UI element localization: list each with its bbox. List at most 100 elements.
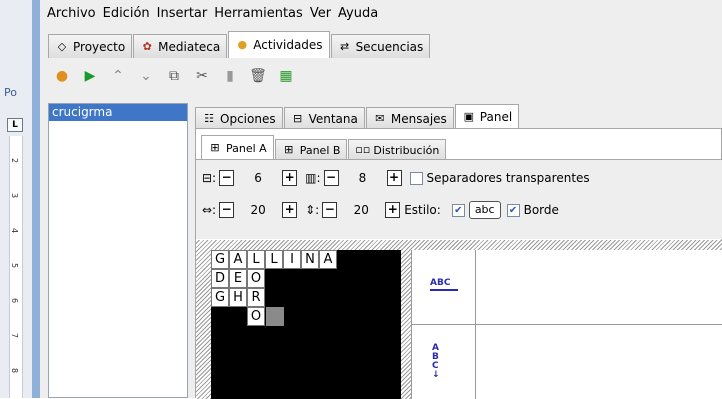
- crossword-preview: G A L L I N A D E O G H R O ABC A B C ↓: [196, 240, 722, 399]
- tab-mediateca[interactable]: ✿ Mediateca: [133, 34, 228, 58]
- tab-panel-b[interactable]: ⊞ Panel B: [274, 139, 348, 160]
- grid-cell: D: [211, 269, 229, 288]
- cols-decrement-button[interactable]: −: [323, 170, 339, 186]
- left-strip-label: Po: [4, 86, 17, 99]
- cut-icon[interactable]: ✂: [188, 65, 216, 87]
- columns-icon: ▥:: [305, 171, 321, 185]
- grid-cell: A: [319, 250, 337, 269]
- grid-cell: N: [301, 250, 319, 269]
- window-icon: ⊟: [292, 111, 303, 125]
- ruler-corner-button[interactable]: L: [7, 118, 23, 132]
- width-input[interactable]: 20: [238, 200, 278, 220]
- style-checkbox[interactable]: ✔: [451, 203, 465, 217]
- transparent-separators-label: Separadores transparentes: [426, 171, 590, 185]
- rows-icon: ⊟:: [202, 171, 217, 185]
- layout-icon: ▫▫: [355, 143, 371, 156]
- new-activity-icon[interactable]: ●: [48, 65, 76, 87]
- rows-cols-row: ⊟: − 6 + ▥: − 8 + Separadores transparen…: [202, 166, 593, 190]
- list-item[interactable]: crucigrma: [49, 104, 187, 121]
- grid-cell: G: [211, 250, 229, 269]
- tab-distribucion[interactable]: ▫▫ Distribución: [348, 139, 447, 160]
- grid-tool-icon[interactable]: ▦: [272, 65, 300, 87]
- grid-cell: L: [247, 250, 265, 269]
- width-icon: ⇔:: [202, 203, 217, 217]
- selected-cell: [266, 307, 284, 326]
- menu-ver[interactable]: Ver: [310, 6, 331, 21]
- app-window: Archivo Edición Insertar Herramientas Ve…: [40, 0, 722, 399]
- menu-archivo[interactable]: Archivo: [47, 6, 96, 21]
- activity-icon: ●: [237, 38, 248, 51]
- scroll-divider: [32, 0, 40, 398]
- move-down-icon[interactable]: ⌄: [132, 65, 160, 87]
- tab-proyecto[interactable]: ◇ Proyecto: [48, 34, 133, 58]
- border-label: Borde: [523, 203, 559, 217]
- left-ruler-strip: Po L 2 3 4 5 6 7 8: [0, 0, 40, 398]
- tab-ventana[interactable]: ⊟ Ventana: [283, 107, 365, 129]
- grid-cell: E: [229, 269, 247, 288]
- grid-cell: R: [247, 288, 265, 307]
- cols-input[interactable]: 8: [343, 168, 383, 188]
- grid-icon: ⊞: [210, 141, 220, 154]
- crossword-grid[interactable]: G A L L I N A D E O G H R O: [211, 250, 401, 399]
- paste-icon[interactable]: ▮: [216, 65, 244, 87]
- height-increment-button[interactable]: +: [385, 202, 401, 218]
- grid-cell: O: [247, 269, 265, 288]
- grid-cell: O: [247, 307, 265, 326]
- height-icon: ⇕:: [305, 203, 320, 217]
- media-icon: ✿: [142, 39, 152, 53]
- tab-secuencias[interactable]: ⇄ Secuencias: [330, 34, 431, 58]
- menu-herramientas[interactable]: Herramientas: [214, 6, 303, 21]
- rows-decrement-button[interactable]: −: [219, 170, 235, 186]
- tab-panel-a[interactable]: ⊞ Panel A: [201, 135, 274, 160]
- across-icon: ABC: [430, 278, 458, 291]
- tab-panel[interactable]: ▣ Panel: [454, 104, 520, 129]
- menubar: Archivo Edición Insertar Herramientas Ve…: [40, 0, 722, 26]
- grid-cell: L: [265, 250, 283, 269]
- copy-icon[interactable]: ⧉: [160, 65, 188, 87]
- vertical-ruler: 2 3 4 5 6 7 8: [9, 136, 23, 398]
- toolbar: ● ▶ ⌃ ⌄ ⧉ ✂ ▮ 🗑 ▦: [48, 63, 300, 89]
- transparent-separators-checkbox[interactable]: [409, 171, 423, 185]
- style-label: Estilo:: [404, 203, 441, 217]
- tab-mensajes[interactable]: ✉ Mensajes: [365, 107, 454, 129]
- menu-insertar[interactable]: Insertar: [157, 6, 208, 21]
- tab-opciones[interactable]: ☷ Opciones: [195, 107, 283, 129]
- grid-cell: G: [211, 288, 229, 307]
- width-decrement-button[interactable]: −: [219, 202, 235, 218]
- height-decrement-button[interactable]: −: [322, 202, 338, 218]
- down-clue-area[interactable]: A B C ↓: [412, 326, 722, 399]
- grid-controls: ⊟: − 6 + ▥: − 8 + Separadores transparen…: [196, 159, 722, 239]
- panel-icon: ▣: [463, 110, 474, 123]
- menu-edicion[interactable]: Edición: [103, 6, 150, 21]
- main-tabs: ◇ Proyecto ✿ Mediateca ● Actividades ⇄ S…: [48, 31, 431, 58]
- activity-editor: ☷ Opciones ⊟ Ventana ✉ Mensajes ▣ Panel …: [195, 103, 722, 399]
- sequence-icon: ⇄: [339, 39, 350, 53]
- rows-input[interactable]: 6: [238, 168, 278, 188]
- menu-ayuda[interactable]: Ayuda: [338, 6, 378, 21]
- move-up-icon[interactable]: ⌃: [104, 65, 132, 87]
- cell-size-row: ⇔: − 20 + ⇕: − 20 + Estilo: ✔ abc ✔ Bord…: [202, 198, 562, 222]
- width-increment-button[interactable]: +: [282, 202, 298, 218]
- activity-list: crucigrma: [48, 103, 188, 398]
- editor-tabs: ☷ Opciones ⊟ Ventana ✉ Mensajes ▣ Panel: [195, 103, 520, 129]
- delete-icon[interactable]: 🗑: [244, 65, 272, 87]
- border-checkbox[interactable]: ✔: [506, 203, 520, 217]
- shapes-icon: ◇: [57, 39, 67, 53]
- height-input[interactable]: 20: [341, 200, 381, 220]
- grid-cell: A: [229, 250, 247, 269]
- panel-settings: ⊞ Panel A ⊞ Panel B ▫▫ Distribución ⊟: −…: [195, 128, 722, 399]
- panel-tabs: ⊞ Panel A ⊞ Panel B ▫▫ Distribución: [201, 134, 447, 160]
- options-icon: ☷: [204, 111, 214, 125]
- clues-panel: ABC A B C ↓: [411, 250, 722, 399]
- grid-cell: I: [283, 250, 301, 269]
- grid-icon: ⊞: [284, 143, 294, 156]
- down-icon: A B C ↓: [432, 343, 440, 380]
- across-clue-area[interactable]: ABC: [412, 250, 722, 325]
- play-icon[interactable]: ▶: [76, 65, 104, 87]
- messages-icon: ✉: [375, 111, 385, 125]
- cols-increment-button[interactable]: +: [386, 170, 402, 186]
- tab-actividades[interactable]: ● Actividades: [228, 31, 330, 58]
- rows-increment-button[interactable]: +: [282, 170, 298, 186]
- grid-cell: H: [229, 288, 247, 307]
- style-button[interactable]: abc: [468, 201, 501, 219]
